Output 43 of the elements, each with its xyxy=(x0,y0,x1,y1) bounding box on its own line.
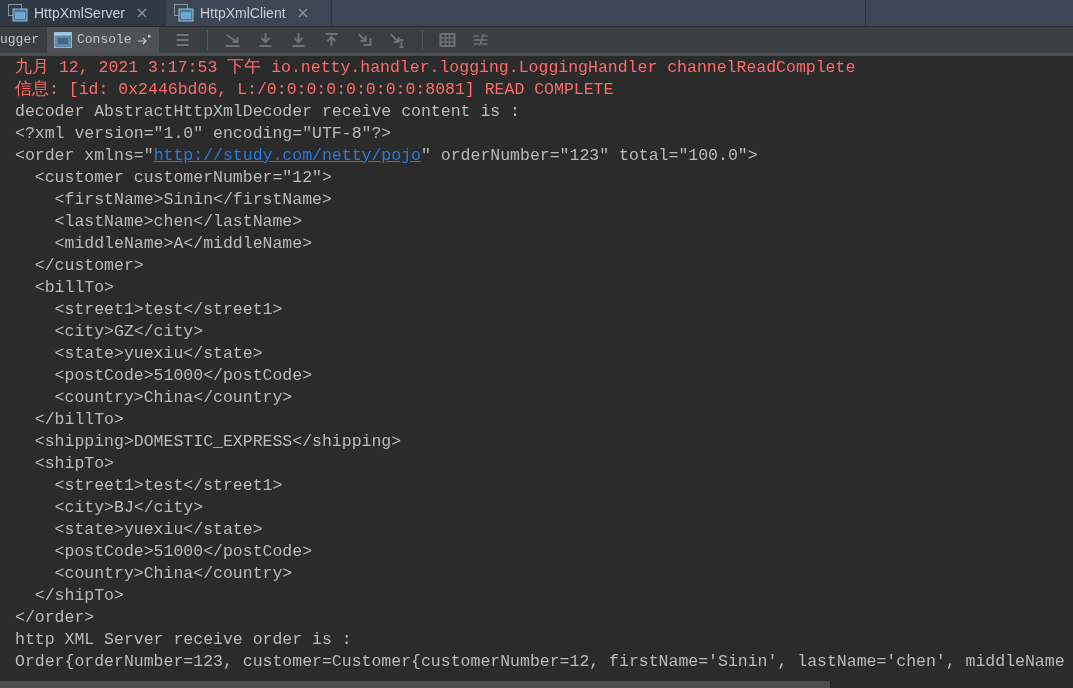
close-icon[interactable] xyxy=(297,8,308,18)
window-icon xyxy=(174,4,194,22)
error-log-line: 信息: [id: 0x2446bd06, L:/0:0:0:0:0:0:0:0:8081] READ COMPLETE xyxy=(15,80,614,99)
console-line: <billTo> xyxy=(33,278,115,297)
table-icon[interactable] xyxy=(437,31,457,49)
window-icon xyxy=(8,4,28,22)
console-line: <city>BJ</city> xyxy=(53,498,204,517)
console-line: <country>China</country> xyxy=(53,388,293,407)
console-line: <state>yuexiu</state> xyxy=(53,520,263,539)
console-line: <customer customerNumber="12"> xyxy=(33,168,332,187)
error-log-line: 九月 12, 2021 3:17:53 下午 io.netty.handler.logging.LoggingHandler channelReadComplete xyxy=(15,58,856,77)
console-line: <middleName>A</middleName> xyxy=(53,234,313,253)
scrollbar[interactable] xyxy=(0,681,830,688)
console-line: </shipTo> xyxy=(33,586,124,605)
console-line: </order> xyxy=(15,608,95,627)
console-line: <?xml version="1.0" encoding="UTF-8"?> xyxy=(15,124,392,143)
console-text: " orderNumber="123" total="100.0"> xyxy=(420,145,758,167)
console-line: <postCode>51000</postCode> xyxy=(53,366,313,385)
console-line: <postCode>51000</postCode> xyxy=(53,542,313,561)
tool-tab[interactable]: Console xyxy=(47,27,159,53)
console-line: </billTo> xyxy=(33,410,124,429)
console-text: <order xmlns=" xyxy=(15,145,154,167)
pin-icon[interactable] xyxy=(136,34,151,46)
url-link[interactable]: http://study.com/netty/pojo xyxy=(153,145,421,167)
console-line: <lastName>chen</lastName> xyxy=(53,212,303,231)
console-line: Order{orderNumber=123, customer=Customer{customerNumber=12, firstName='Sinin', lastName='chen', middleName xyxy=(15,652,1065,671)
console-line: <state>yuexiu</state> xyxy=(53,344,263,363)
run-cursor-icon[interactable] xyxy=(387,31,407,49)
console-line: <street1>test</street1> xyxy=(53,300,283,319)
tab-label: HttpXmlServer xyxy=(34,3,126,23)
console-icon xyxy=(54,32,72,48)
console-line: <firstName>Sinin</firstName> xyxy=(53,190,332,209)
console-line: </customer> xyxy=(33,256,144,275)
console-line: <shipping>DOMESTIC_EXPRESS</shipping> xyxy=(33,432,402,451)
editor-tab[interactable]: HttpXmlServer xyxy=(0,0,166,26)
close-icon[interactable] xyxy=(137,8,148,18)
console-line: decoder AbstractHttpXmlDecoder receive content is : xyxy=(15,102,520,121)
console-line: http XML Server receive order is : xyxy=(15,630,352,649)
console-line: <street1>test</street1> xyxy=(53,476,283,495)
console-line: <country>China</country> xyxy=(53,564,293,583)
tab-label: HttpXmlClient xyxy=(200,3,286,23)
console-line: <shipTo> xyxy=(33,454,115,473)
console-line: <city>GZ</city> xyxy=(53,322,204,341)
